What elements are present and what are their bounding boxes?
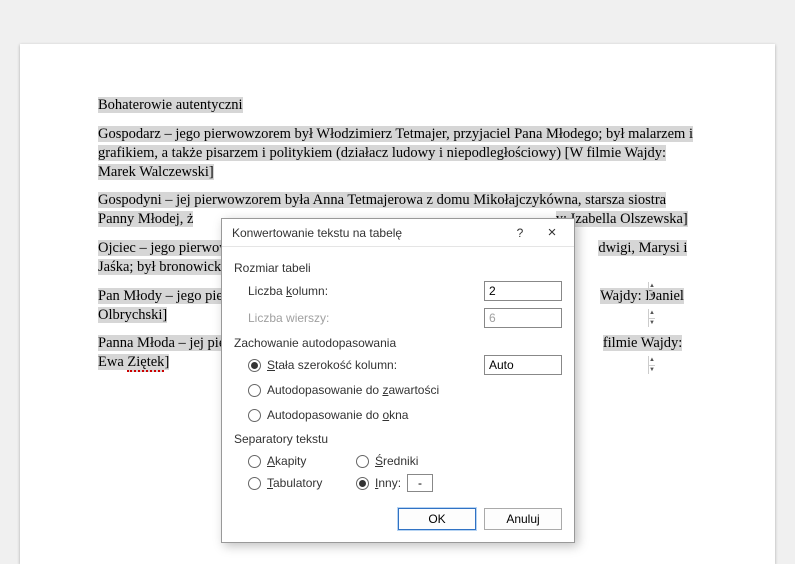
columns-spinner[interactable]: ▲▼ (484, 281, 562, 301)
sep-paragraphs: Akapity (248, 450, 356, 472)
paragraph-5a: Panna Młoda – jej pierw (98, 335, 241, 351)
sep-paragraphs-label: Akapity (267, 454, 306, 468)
fit-fixed-radio[interactable] (248, 359, 261, 372)
fit-content-label: Autodopasowanie do zawartości (267, 383, 562, 397)
paragraph-3a: Ojciec – jego pierwowz (98, 240, 236, 256)
fit-window-label: Autodopasowanie do okna (267, 408, 562, 422)
ok-button[interactable]: OK (398, 508, 476, 530)
fixed-width-input[interactable] (485, 356, 648, 374)
help-button[interactable]: ? (504, 222, 536, 244)
close-button[interactable]: × (536, 222, 568, 244)
fit-window-row: Autodopasowanie do okna (248, 404, 562, 426)
close-icon: × (548, 224, 557, 241)
fit-window-radio[interactable] (248, 409, 261, 422)
fit-content-radio[interactable] (248, 384, 261, 397)
paragraph-1: Gospodarz – jego pierwowzorem był Włodzi… (98, 126, 693, 180)
dialog-footer: OK Anuluj (222, 498, 574, 542)
rows-label: Liczba wierszy: (248, 311, 484, 325)
rows-row: Liczba wierszy: ▲▼ (248, 306, 562, 330)
paragraph-5c: Ziętek (127, 354, 164, 372)
sep-paragraphs-radio[interactable] (248, 455, 261, 468)
paragraph-5d: ] (164, 354, 169, 370)
sep-tabs-radio[interactable] (248, 477, 261, 490)
columns-label: Liczba kolumn: (248, 284, 484, 298)
convert-text-to-table-dialog: Konwertowanie tekstu na tabelę ? × Rozmi… (221, 218, 575, 543)
separator-options: Akapity Średniki Tabulatory Inny: (248, 450, 562, 494)
cancel-button[interactable]: Anuluj (484, 508, 562, 530)
group-autofit: Zachowanie autodopasowania (234, 336, 562, 350)
sep-other-input[interactable] (407, 474, 433, 492)
rows-input (485, 309, 648, 327)
paragraph-4a: Pan Młody – jego pierw (98, 288, 238, 304)
columns-input[interactable] (485, 282, 648, 300)
columns-row: Liczba kolumn: ▲▼ (248, 279, 562, 303)
fit-content-row: Autodopasowanie do zawartości (248, 379, 562, 401)
rows-spinner: ▲▼ (484, 308, 562, 328)
group-table-size: Rozmiar tabeli (234, 261, 562, 275)
sep-tabs-label: Tabulatory (267, 476, 322, 490)
sep-other: Inny: (356, 472, 464, 494)
dialog-title: Konwertowanie tekstu na tabelę (232, 226, 504, 240)
fit-fixed-row: Stała szerokość kolumn: ▲▼ (248, 354, 562, 376)
fixed-width-spinner[interactable]: ▲▼ (484, 355, 562, 375)
fixed-width-spin-buttons[interactable]: ▲▼ (648, 356, 655, 374)
columns-spin-buttons[interactable]: ▲▼ (648, 282, 655, 300)
group-separators: Separatory tekstu (234, 432, 562, 446)
sep-other-radio[interactable] (356, 477, 369, 490)
paragraph-2b: y: Izabella Olszewska] (556, 211, 688, 227)
dialog-titlebar: Konwertowanie tekstu na tabelę ? × (222, 219, 574, 247)
rows-spin-buttons: ▲▼ (648, 309, 655, 327)
heading: Bohaterowie autentyczni (98, 97, 243, 113)
fit-fixed-label: Stała szerokość kolumn: (267, 358, 484, 372)
sep-semicolons-radio[interactable] (356, 455, 369, 468)
sep-semicolons-label: Średniki (375, 454, 418, 468)
sep-other-label: Inny: (375, 476, 401, 490)
sep-semicolons: Średniki (356, 450, 464, 472)
sep-tabs: Tabulatory (248, 472, 356, 494)
